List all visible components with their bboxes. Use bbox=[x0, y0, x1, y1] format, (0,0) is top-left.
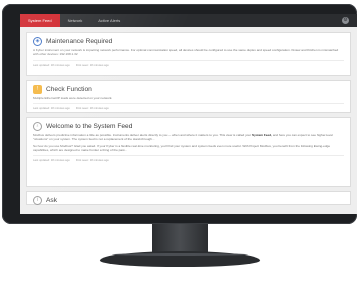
card-header: i Ask bbox=[33, 196, 344, 205]
last-updated: Last updated: 18 minutes ago bbox=[33, 106, 70, 111]
card-body: Multiple Ethernet/IP loads were detected… bbox=[33, 96, 113, 100]
system-feed: ◈ Maintenance Required A Kyber instrumen… bbox=[26, 32, 351, 214]
card-body: Modbus delivers predictive information a… bbox=[33, 133, 344, 142]
divider bbox=[33, 155, 344, 157]
card-title: Welcome to the System Feed bbox=[46, 123, 133, 130]
monitor-bezel: System Feed Network Active Alerts ⚙ ◈ Ma… bbox=[2, 4, 357, 224]
first-seen: First seen: 18 minutes ago bbox=[75, 106, 109, 111]
tab-active-alerts[interactable]: Active Alerts bbox=[90, 14, 128, 27]
card-header: ◈ Maintenance Required bbox=[33, 37, 344, 46]
stand-highlight bbox=[112, 253, 248, 256]
gear-icon[interactable]: ⚙ bbox=[342, 17, 349, 24]
first-seen: First seen: 18 minutes ago bbox=[75, 158, 109, 163]
card-header: ! Check Function bbox=[33, 85, 344, 94]
last-updated: Last updated: 18 minutes ago bbox=[33, 158, 70, 163]
lightbulb-icon: ♁ bbox=[33, 122, 42, 131]
feed-card[interactable]: ♁ Welcome to the System Feed Modbus deli… bbox=[26, 117, 351, 187]
feed-card[interactable]: ◈ Maintenance Required A Kyber instrumen… bbox=[26, 32, 351, 76]
card-body: A Kyber instrument on your network is im… bbox=[33, 48, 339, 57]
card-meta: Last updated: 18 minutes ago First seen:… bbox=[33, 63, 344, 67]
first-seen: First seen: 18 minutes ago bbox=[75, 62, 109, 67]
card-meta: Last updated: 18 minutes ago First seen:… bbox=[33, 158, 344, 162]
divider bbox=[33, 103, 344, 105]
tab-system-feed[interactable]: System Feed bbox=[20, 14, 60, 27]
screen: System Feed Network Active Alerts ⚙ ◈ Ma… bbox=[20, 14, 357, 214]
card-title: Maintenance Required bbox=[46, 38, 113, 45]
alert-icon: ! bbox=[33, 85, 42, 94]
card-title: Ask bbox=[46, 197, 57, 204]
card-header: ♁ Welcome to the System Feed bbox=[33, 122, 344, 131]
app-topbar: System Feed Network Active Alerts ⚙ bbox=[20, 14, 357, 27]
card-meta: Last updated: 18 minutes ago First seen:… bbox=[33, 106, 344, 110]
monitor-stand-neck bbox=[152, 224, 208, 252]
card-title: Check Function bbox=[46, 86, 92, 93]
feed-card[interactable]: ! Check Function Multiple Ethernet/IP lo… bbox=[26, 80, 351, 113]
info-icon: i bbox=[33, 196, 42, 205]
monitor-illustration: System Feed Network Active Alerts ⚙ ◈ Ma… bbox=[0, 0, 359, 302]
divider bbox=[33, 59, 344, 61]
last-updated: Last updated: 18 minutes ago bbox=[33, 62, 70, 67]
card-body: So how do you use Modbus? Glad you asked… bbox=[33, 143, 331, 152]
tab-network[interactable]: Network bbox=[60, 14, 91, 27]
network-icon: ◈ bbox=[33, 37, 42, 46]
feed-card[interactable]: i Ask bbox=[26, 191, 351, 205]
card-body-emphasis: System Feed, bbox=[252, 133, 272, 137]
